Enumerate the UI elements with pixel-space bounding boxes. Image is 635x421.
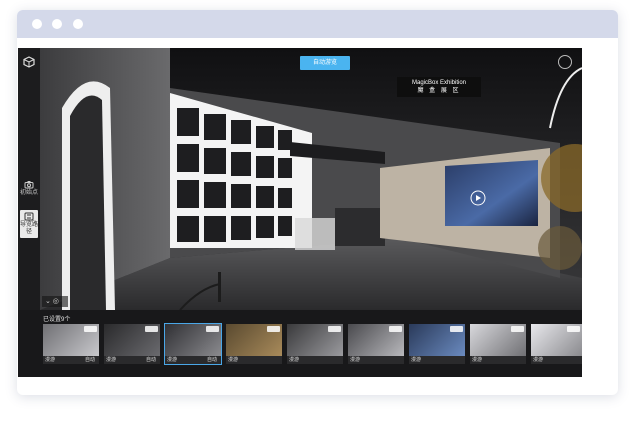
exhibition-scene[interactable] [40, 48, 582, 310]
thumbnail-9[interactable]: 漫游 [531, 324, 582, 364]
auto-tour-button[interactable]: 自动游览 [300, 56, 350, 70]
thumbnail-4[interactable]: 漫游 [226, 324, 282, 364]
scene-thumbnail-strip: 已设置9个 漫游 自动 漫游 自动 漫游 自动 漫游 漫游 漫游 漫游 漫游 漫… [18, 310, 582, 377]
thumbnail-actions-icon[interactable] [389, 326, 402, 332]
window-dot-1 [32, 19, 42, 29]
window-dot-2 [52, 19, 62, 29]
window-dot-3 [73, 19, 83, 29]
thumbnail-5[interactable]: 漫游 [287, 324, 343, 364]
initial-point-button[interactable]: 初始点 [20, 180, 38, 197]
thumbnail-caption: 漫游 [531, 356, 582, 364]
thumbnail-list: 漫游 自动 漫游 自动 漫游 自动 漫游 漫游 漫游 漫游 漫游 漫游 [43, 323, 582, 368]
sign-line-en: MagicBox Exhibition [411, 80, 467, 86]
thumbnail-6[interactable]: 漫游 [348, 324, 404, 364]
thumbnail-actions-icon[interactable] [267, 326, 280, 332]
sign-line-cn: 魔 盒 展 区 [417, 88, 461, 94]
thumbnail-caption: 漫游 [409, 356, 465, 364]
thumbnail-actions-icon[interactable] [145, 326, 158, 332]
thumbnail-caption: 漫游 [287, 356, 343, 364]
thumbnail-8[interactable]: 漫游 [470, 324, 526, 364]
thumbnail-caption: 漫游 自动 [165, 356, 221, 364]
window-titlebar [17, 10, 618, 38]
cube-logo-icon [23, 56, 35, 68]
thumbnail-caption: 漫游 自动 [43, 356, 99, 364]
guide-path-label: 导览路径 [20, 222, 39, 235]
thumbnail-1[interactable]: 漫游 自动 [43, 324, 99, 364]
guide-path-button[interactable]: 导览路径 [20, 210, 38, 238]
view-control[interactable]: ⌄ ◎ [42, 296, 68, 307]
exhibition-hall-image [40, 48, 582, 310]
exhibition-sign: MagicBox Exhibition 魔 盒 展 区 [397, 77, 481, 97]
camera-icon [24, 181, 34, 189]
panorama-viewer[interactable]: 初始点 导览路径 自动游览 MagicBox Exhibition 魔 盒 展 … [18, 48, 582, 377]
thumbnail-caption: 漫游 [348, 356, 404, 364]
left-toolbar: 初始点 导览路径 [18, 48, 40, 310]
thumbnail-actions-icon[interactable] [328, 326, 341, 332]
thumbnail-caption: 漫游 自动 [104, 356, 160, 364]
thumbnail-caption: 漫游 [470, 356, 526, 364]
thumbnail-actions-icon[interactable] [450, 326, 463, 332]
share-icon[interactable] [558, 55, 572, 69]
thumbnail-2[interactable]: 漫游 自动 [104, 324, 160, 364]
strip-title: 已设置9个 [43, 317, 71, 323]
thumbnail-caption: 漫游 [226, 356, 282, 364]
thumbnail-actions-icon[interactable] [206, 326, 219, 332]
path-icon [24, 212, 34, 221]
thumbnail-7[interactable]: 漫游 [409, 324, 465, 364]
thumbnail-actions-icon[interactable] [511, 326, 524, 332]
initial-point-label: 初始点 [20, 190, 39, 196]
thumbnail-actions-icon[interactable] [567, 326, 580, 332]
thumbnail-actions-icon[interactable] [84, 326, 97, 332]
thumbnail-3[interactable]: 漫游 自动 [164, 323, 222, 365]
